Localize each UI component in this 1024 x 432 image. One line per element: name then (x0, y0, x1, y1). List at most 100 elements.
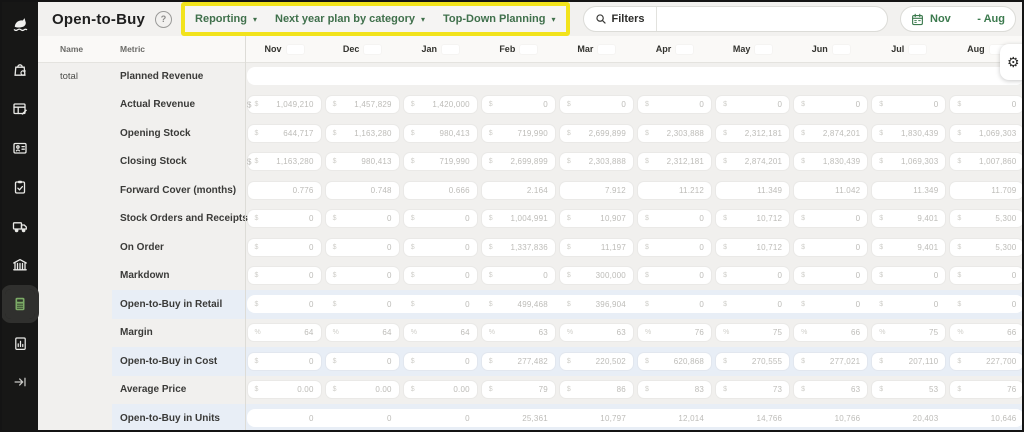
value-cell[interactable]: 11.212 (635, 181, 713, 199)
value-cell[interactable]: 0 (245, 410, 323, 427)
value-cell[interactable]: $0 (792, 296, 870, 313)
value-cell[interactable]: % 64 (323, 324, 401, 342)
value-cell[interactable]: $1,457,829 (323, 96, 401, 114)
value-cell[interactable]: 0 (401, 410, 479, 427)
value-cell[interactable]: $5,300 (948, 238, 1022, 256)
value-cell[interactable]: $1,830,439 (792, 153, 870, 171)
value-cell[interactable]: 11.709 (948, 181, 1022, 199)
column-header-month-apr[interactable]: Apr (635, 44, 713, 54)
value-cell[interactable]: $0 (792, 96, 870, 114)
value-cell[interactable]: 20,403 (870, 410, 948, 427)
value-cell[interactable]: $0 (479, 267, 557, 285)
value-cell[interactable]: $0 (870, 96, 948, 114)
report-doc-icon[interactable] (5, 328, 35, 358)
value-cell[interactable]: 0.776 (245, 181, 323, 199)
value-cell[interactable]: $0 (323, 296, 401, 313)
month-sort-chip[interactable] (520, 44, 538, 54)
column-header-month-dec[interactable]: Dec (323, 44, 401, 54)
value-cell[interactable]: $0 (792, 210, 870, 228)
month-sort-chip[interactable] (286, 44, 304, 54)
value-cell[interactable]: % 66 (948, 324, 1022, 342)
value-cell[interactable]: $0 (557, 96, 635, 114)
whale-logo-icon[interactable] (5, 9, 35, 39)
value-cell[interactable]: $1,163,280 (245, 153, 323, 171)
value-cell[interactable]: $0 (635, 267, 713, 285)
value-cell[interactable] (557, 68, 635, 85)
value-cell[interactable]: $980,413 (323, 153, 401, 171)
value-cell[interactable]: $1,069,303 (870, 153, 948, 171)
settings-flyout[interactable]: ⚙ (1000, 44, 1022, 80)
value-cell[interactable]: $0 (323, 210, 401, 228)
value-cell[interactable]: $2,874,201 (714, 153, 792, 171)
value-cell[interactable]: $270,555 (714, 352, 792, 370)
value-cell[interactable]: 25,361 (479, 410, 557, 427)
warehouse-icon[interactable] (5, 250, 35, 280)
value-cell[interactable] (870, 68, 948, 85)
value-cell[interactable]: $0 (323, 267, 401, 285)
value-cell[interactable] (401, 68, 479, 85)
value-cell[interactable]: % 75 (870, 324, 948, 342)
value-cell[interactable]: $0.00 (323, 381, 401, 399)
value-cell[interactable]: 0.666 (401, 181, 479, 199)
value-cell[interactable]: $0 (714, 96, 792, 114)
value-cell[interactable]: $0 (635, 238, 713, 256)
month-sort-chip[interactable] (909, 44, 927, 54)
value-cell[interactable]: $0 (401, 296, 479, 313)
value-cell[interactable]: $1,069,303 (948, 124, 1022, 142)
value-cell[interactable]: $0 (948, 96, 1022, 114)
value-cell[interactable]: $1,049,210 (245, 96, 323, 114)
value-cell[interactable]: $2,312,181 (635, 153, 713, 171)
value-cell[interactable]: $0 (870, 267, 948, 285)
value-cell[interactable]: $0 (323, 238, 401, 256)
value-cell[interactable]: $0 (948, 267, 1022, 285)
value-cell[interactable]: $0 (792, 267, 870, 285)
value-cell[interactable]: $2,303,888 (635, 124, 713, 142)
value-cell[interactable]: 2.164 (479, 181, 557, 199)
value-cell[interactable]: $0 (245, 352, 323, 370)
value-cell[interactable]: 10,797 (557, 410, 635, 427)
value-cell[interactable]: 14,766 (714, 410, 792, 427)
value-cell[interactable]: $0 (401, 352, 479, 370)
column-header-month-mar[interactable]: Mar (557, 44, 635, 54)
value-cell[interactable]: $9,401 (870, 210, 948, 228)
value-cell[interactable]: $1,830,439 (870, 124, 948, 142)
value-cell[interactable]: $396,904 (557, 296, 635, 313)
value-cell[interactable]: $277,021 (792, 352, 870, 370)
value-cell[interactable]: $719,990 (479, 124, 557, 142)
id-card-icon[interactable] (5, 133, 35, 163)
value-cell[interactable]: $0 (948, 296, 1022, 313)
value-cell[interactable]: % 64 (245, 324, 323, 342)
value-cell[interactable]: $1,420,000 (401, 96, 479, 114)
value-cell[interactable]: 0.748 (323, 181, 401, 199)
value-cell[interactable]: $0 (635, 296, 713, 313)
value-cell[interactable]: 10,766 (792, 410, 870, 427)
column-header-month-may[interactable]: May (714, 44, 792, 54)
filters-button[interactable]: Filters (584, 7, 657, 31)
table-edit-icon[interactable] (5, 94, 35, 124)
value-cell[interactable]: $0 (245, 296, 323, 313)
value-cell[interactable]: $2,874,201 (792, 124, 870, 142)
value-cell[interactable]: $620,868 (635, 352, 713, 370)
value-cell[interactable] (635, 68, 713, 85)
value-cell[interactable]: $76 (948, 381, 1022, 399)
value-cell[interactable]: % 63 (557, 324, 635, 342)
value-cell[interactable]: $10,712 (714, 238, 792, 256)
value-cell[interactable]: $0 (714, 296, 792, 313)
value-cell[interactable]: $2,303,888 (557, 153, 635, 171)
value-cell[interactable] (245, 68, 323, 85)
value-cell[interactable] (714, 68, 792, 85)
value-cell[interactable]: $79 (479, 381, 557, 399)
month-sort-chip[interactable] (832, 44, 850, 54)
value-cell[interactable]: $0 (245, 238, 323, 256)
value-cell[interactable]: $0 (323, 352, 401, 370)
value-cell[interactable]: $0 (792, 238, 870, 256)
value-cell[interactable]: $0.00 (245, 381, 323, 399)
month-sort-chip[interactable] (755, 44, 773, 54)
date-range-button[interactable]: Nov - Aug (900, 6, 1016, 32)
help-icon[interactable]: ? (155, 10, 173, 28)
value-cell[interactable]: $63 (792, 381, 870, 399)
value-cell[interactable]: $0 (714, 267, 792, 285)
value-cell[interactable]: $1,337,836 (479, 238, 557, 256)
reporting-dropdown[interactable]: Reporting ▾ (195, 13, 257, 25)
value-cell[interactable]: 10,646 (948, 410, 1022, 427)
